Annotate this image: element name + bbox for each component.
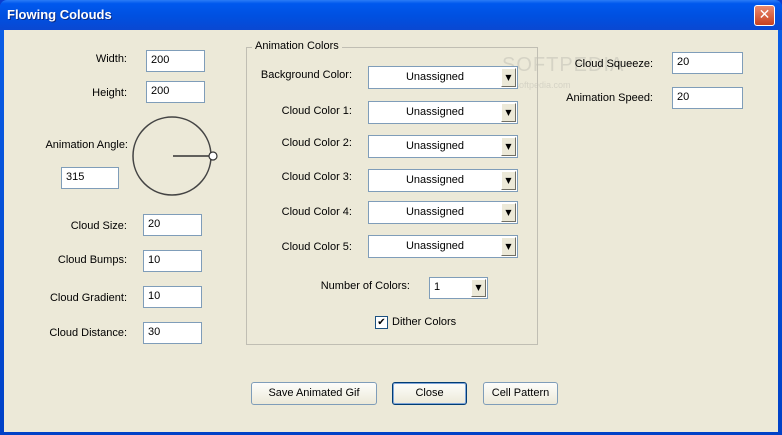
chevron-down-icon[interactable]: ▼ (501, 237, 516, 256)
dither-colors-label[interactable]: Dither Colors (392, 316, 456, 328)
window-title: Flowing Colouds (7, 7, 112, 22)
dialog-client-area: SOFTPEDIA www.softpedia.com Width: 200 H… (4, 30, 778, 432)
chevron-down-icon[interactable]: ▼ (471, 279, 486, 297)
close-icon: ✕ (758, 7, 771, 23)
cloud-bumps-label: Cloud Bumps: (57, 254, 127, 266)
window-close-button[interactable]: ✕ (754, 5, 775, 26)
animation-colors-group (246, 47, 538, 345)
cloud-gradient-input[interactable]: 10 (143, 286, 202, 308)
animation-speed-input[interactable]: 20 (672, 87, 743, 109)
cloud-color-4-label: Cloud Color 4: (281, 206, 352, 218)
cloud-color-1-select[interactable]: Unassigned ▼ (368, 101, 518, 124)
cloud-color-5-select[interactable]: Unassigned ▼ (368, 235, 518, 258)
cloud-size-input[interactable]: 20 (143, 214, 202, 236)
cloud-size-label: Cloud Size: (70, 220, 127, 232)
check-icon: ✔ (377, 317, 386, 328)
angle-dial[interactable] (129, 114, 219, 200)
cloud-color-1-label: Cloud Color 1: (281, 105, 352, 117)
close-button[interactable]: Close (392, 382, 467, 405)
cloud-distance-input[interactable]: 30 (143, 322, 202, 344)
height-label: Height: (92, 87, 127, 99)
cloud-color-5-value: Unassigned (405, 240, 465, 252)
cloud-squeeze-input[interactable]: 20 (672, 52, 743, 74)
title-bar[interactable]: Flowing Colouds ✕ (0, 0, 782, 30)
number-of-colors-label: Number of Colors: (320, 280, 410, 292)
cloud-bumps-input[interactable]: 10 (143, 250, 202, 272)
save-animated-gif-button[interactable]: Save Animated Gif (251, 382, 377, 405)
dither-colors-checkbox[interactable]: ✔ (375, 316, 388, 329)
chevron-down-icon[interactable]: ▼ (501, 203, 516, 222)
cloud-color-3-value: Unassigned (405, 174, 465, 186)
width-input[interactable]: 200 (146, 50, 205, 72)
chevron-down-icon[interactable]: ▼ (501, 68, 516, 87)
cloud-squeeze-label: Cloud Squeeze: (574, 58, 653, 70)
cloud-color-3-select[interactable]: Unassigned ▼ (368, 169, 518, 192)
animation-speed-label: Animation Speed: (566, 92, 653, 104)
background-color-value: Unassigned (405, 71, 465, 83)
chevron-down-icon[interactable]: ▼ (501, 171, 516, 190)
app-window: Flowing Colouds ✕ SOFTPEDIA www.softpedi… (0, 0, 782, 435)
cloud-color-2-label: Cloud Color 2: (281, 137, 352, 149)
height-input[interactable]: 200 (146, 81, 205, 103)
cloud-color-5-label: Cloud Color 5: (281, 241, 352, 253)
cloud-color-4-value: Unassigned (405, 206, 465, 218)
animation-angle-input[interactable]: 315 (61, 167, 119, 189)
cloud-gradient-label: Cloud Gradient: (49, 292, 127, 304)
cloud-color-3-label: Cloud Color 3: (281, 171, 352, 183)
cloud-color-2-select[interactable]: Unassigned ▼ (368, 135, 518, 158)
animation-colors-group-title: Animation Colors (252, 40, 342, 52)
angle-dial-handle[interactable] (208, 151, 218, 161)
cloud-distance-label: Cloud Distance: (49, 327, 127, 339)
animation-angle-label: Animation Angle: (45, 139, 128, 151)
number-of-colors-select[interactable]: 1 ▼ (429, 277, 488, 299)
chevron-down-icon[interactable]: ▼ (501, 103, 516, 122)
background-color-label: Background Color: (260, 69, 352, 81)
cloud-color-2-value: Unassigned (405, 140, 465, 152)
cell-pattern-button[interactable]: Cell Pattern (483, 382, 558, 405)
number-of-colors-value: 1 (434, 281, 441, 293)
chevron-down-icon[interactable]: ▼ (501, 137, 516, 156)
width-label: Width: (95, 53, 127, 65)
background-color-select[interactable]: Unassigned ▼ (368, 66, 518, 89)
cloud-color-1-value: Unassigned (405, 106, 465, 118)
cloud-color-4-select[interactable]: Unassigned ▼ (368, 201, 518, 224)
